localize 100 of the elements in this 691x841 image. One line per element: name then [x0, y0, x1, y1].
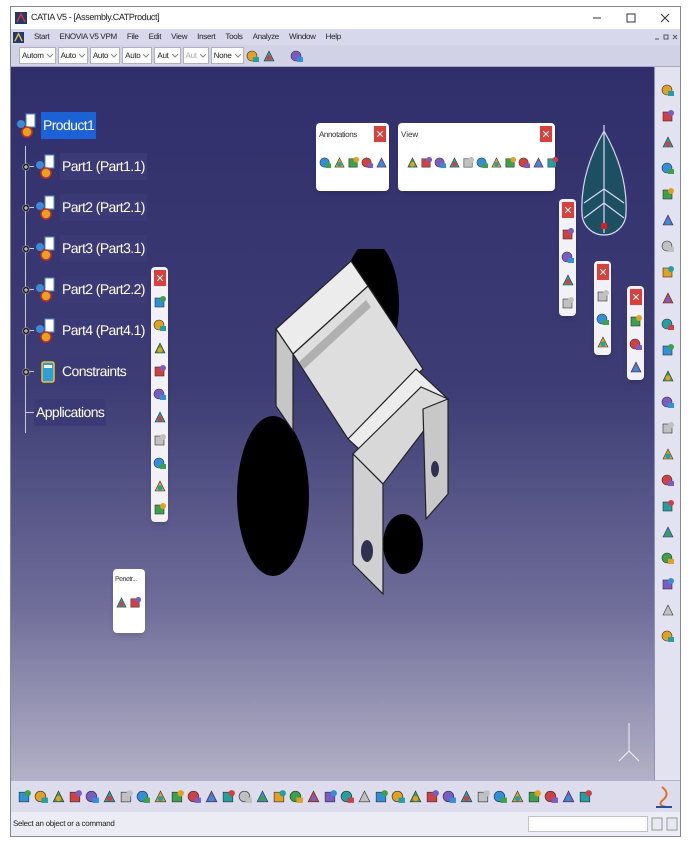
tool-icon[interactable]	[660, 109, 674, 123]
tool-icon[interactable]	[170, 789, 185, 804]
tool-icon[interactable]	[490, 156, 503, 169]
tool-icon[interactable]	[361, 156, 374, 169]
menu-item[interactable]: View	[171, 31, 188, 43]
tool-icon[interactable]	[34, 789, 49, 804]
tool-icon[interactable]	[290, 48, 304, 62]
expand-icon[interactable]	[22, 286, 30, 294]
tool-icon[interactable]	[152, 364, 166, 378]
tool-icon[interactable]	[442, 789, 457, 804]
menu-item[interactable]: Tools	[225, 31, 243, 43]
tool-icon[interactable]	[434, 156, 447, 169]
tool-icon[interactable]	[560, 227, 574, 241]
tree-item[interactable]: Part2 (Part2.2)	[60, 276, 147, 303]
tool-icon[interactable]	[560, 273, 574, 287]
tool-icon[interactable]	[152, 387, 166, 401]
tool-icon[interactable]	[527, 789, 542, 804]
tool-icon[interactable]	[323, 789, 338, 804]
tool-icon[interactable]	[660, 343, 674, 357]
dropdown[interactable]: Auto	[90, 47, 120, 64]
tool-icon[interactable]	[152, 502, 166, 516]
tool-icon[interactable]	[660, 525, 674, 539]
tool-icon[interactable]	[238, 789, 253, 804]
tool-icon[interactable]	[660, 187, 674, 201]
dropdown[interactable]: Aut	[154, 47, 181, 64]
tool-icon[interactable]	[68, 789, 83, 804]
menu-item[interactable]: Window	[288, 31, 316, 43]
tool-icon[interactable]	[319, 156, 332, 169]
expand-icon[interactable]	[22, 244, 30, 252]
tool-icon[interactable]	[660, 447, 674, 461]
tool-icon[interactable]	[660, 369, 674, 383]
tool-icon[interactable]	[153, 789, 168, 804]
tool-icon[interactable]	[660, 317, 674, 331]
tool-icon[interactable]	[102, 789, 117, 804]
tool-icon[interactable]	[357, 789, 372, 804]
close-icon[interactable]	[660, 13, 670, 23]
window-controls-icon[interactable]	[654, 33, 678, 41]
tool-icon[interactable]	[119, 789, 134, 804]
tool-icon[interactable]	[420, 156, 433, 169]
tool-icon[interactable]	[596, 312, 610, 326]
tool-icon[interactable]	[660, 83, 674, 97]
tool-icon[interactable]	[546, 156, 559, 169]
dropdown[interactable]: None	[210, 47, 244, 64]
tool-icon[interactable]	[246, 48, 260, 62]
tool-icon[interactable]	[628, 314, 642, 328]
tool-icon[interactable]	[152, 410, 166, 424]
tool-icon[interactable]	[340, 789, 355, 804]
dropdown[interactable]: Auto	[122, 47, 152, 64]
tool-icon[interactable]	[262, 48, 276, 62]
tool-icon[interactable]	[17, 789, 32, 804]
tool-icon[interactable]	[628, 337, 642, 351]
menu-item[interactable]: Edit	[148, 31, 162, 43]
menu-item[interactable]: File	[126, 31, 139, 43]
tool-icon[interactable]	[408, 789, 423, 804]
command-input-field[interactable]	[528, 816, 648, 832]
tool-icon[interactable]	[560, 250, 574, 264]
tool-icon[interactable]	[660, 629, 674, 643]
tool-icon[interactable]	[476, 156, 489, 169]
tool-icon[interactable]	[374, 789, 389, 804]
tool-icon[interactable]	[660, 551, 674, 565]
expand-icon[interactable]	[22, 162, 30, 170]
tool-icon[interactable]	[660, 161, 674, 175]
tool-icon[interactable]	[660, 135, 674, 149]
tool-icon[interactable]	[375, 156, 388, 169]
tool-icon[interactable]	[448, 156, 461, 169]
menu-item[interactable]: Help	[326, 31, 341, 43]
tree-item[interactable]: Part2 (Part2.1)	[60, 194, 147, 221]
tool-icon[interactable]	[129, 596, 142, 608]
tool-icon[interactable]	[660, 499, 674, 513]
tool-icon[interactable]	[152, 456, 166, 470]
tool-icon[interactable]	[660, 239, 674, 253]
menu-item[interactable]: Start	[34, 31, 50, 43]
tree-item[interactable]: Applications	[34, 399, 106, 426]
tool-icon[interactable]	[596, 335, 610, 349]
tool-icon[interactable]	[306, 789, 321, 804]
tool-icon[interactable]	[660, 473, 674, 487]
tool-icon[interactable]	[152, 341, 166, 355]
menu-item[interactable]: ENOVIA V5 VPM	[59, 31, 117, 43]
maximize-icon[interactable]	[626, 13, 636, 23]
tool-icon[interactable]	[333, 156, 346, 169]
tool-icon[interactable]	[272, 789, 287, 804]
menu-item[interactable]: Insert	[197, 31, 216, 43]
tool-icon[interactable]	[660, 603, 674, 617]
tool-icon[interactable]	[459, 789, 474, 804]
tool-icon[interactable]	[462, 156, 475, 169]
tool-icon[interactable]	[152, 479, 166, 493]
tool-icon[interactable]	[544, 789, 559, 804]
expand-icon[interactable]	[22, 326, 30, 334]
menu-item[interactable]: Analyze	[252, 31, 279, 43]
tool-icon[interactable]	[532, 156, 545, 169]
tool-icon[interactable]	[561, 789, 576, 804]
tool-icon[interactable]	[578, 789, 593, 804]
tool-icon[interactable]	[660, 395, 674, 409]
dropdown[interactable]: Autom	[19, 47, 56, 64]
tool-icon[interactable]	[115, 596, 128, 608]
tool-icon[interactable]	[255, 789, 270, 804]
tool-icon[interactable]	[152, 295, 166, 309]
tree-item[interactable]: Part1 (Part1.1)	[60, 153, 147, 180]
expand-icon[interactable]	[22, 368, 30, 376]
tool-icon[interactable]	[510, 789, 525, 804]
